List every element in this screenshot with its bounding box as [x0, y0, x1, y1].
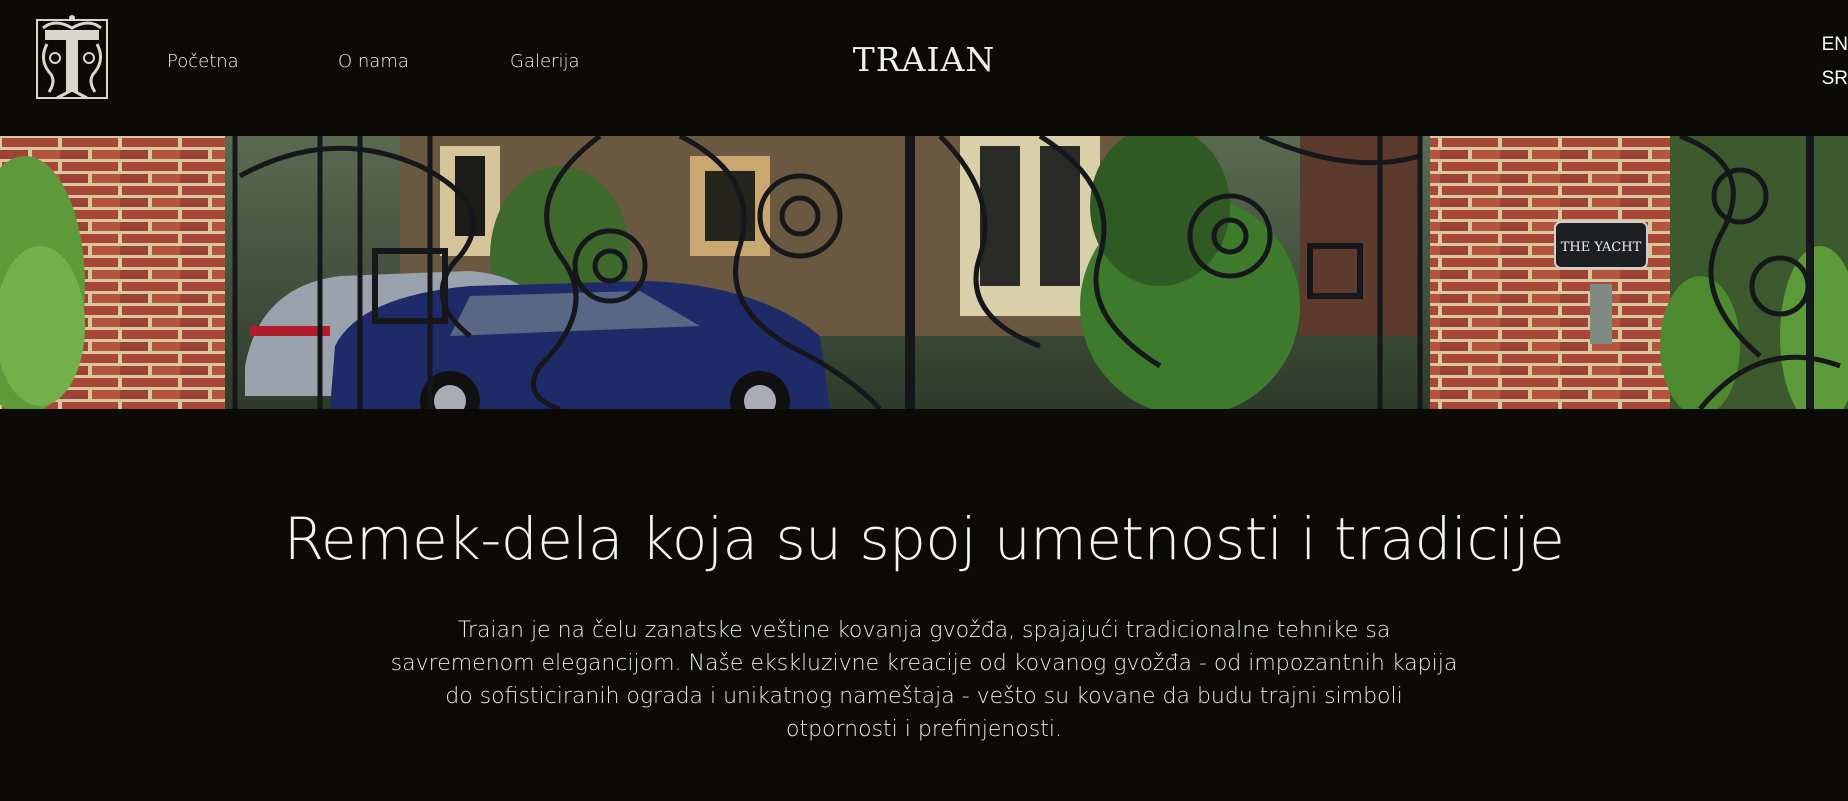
car-blue	[330, 281, 830, 409]
gate-sign-text: THE YACHT	[1561, 240, 1642, 255]
lang-sr[interactable]: SR	[1822, 62, 1848, 96]
brand-title[interactable]: TRAIAN	[0, 40, 1848, 79]
hero-image: THE YACHT	[0, 136, 1848, 409]
site-header: Početna O nama Galerija TRAIAN EN SR	[0, 0, 1848, 136]
hero-banner: THE YACHT	[0, 136, 1848, 409]
intro-paragraph: Traian je na čelu zanatske veštine kovan…	[390, 618, 1458, 742]
lang-en[interactable]: EN	[1822, 28, 1848, 62]
language-switcher: EN SR	[1822, 28, 1848, 96]
page-headline: Remek-dela koja su spoj umetnosti i trad…	[283, 505, 1565, 573]
